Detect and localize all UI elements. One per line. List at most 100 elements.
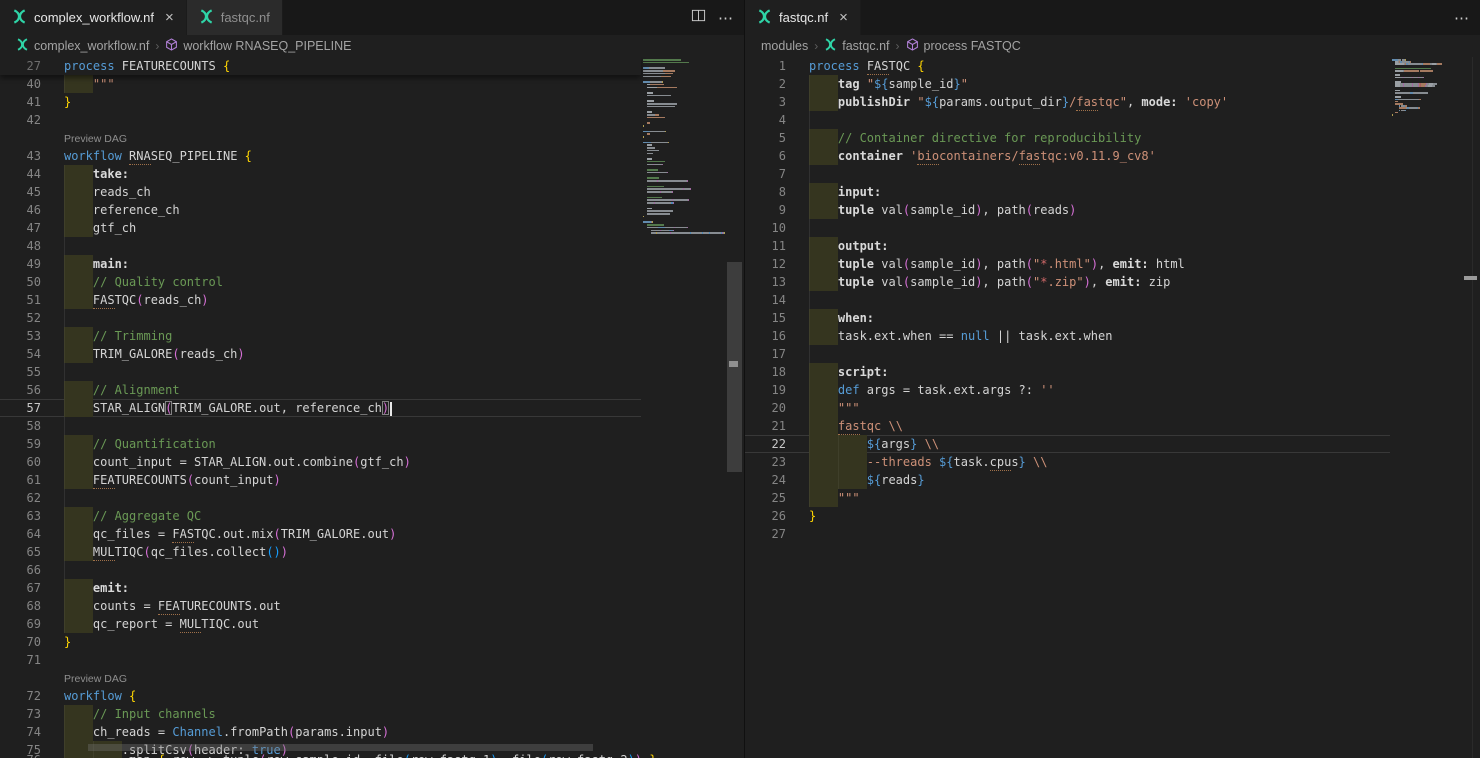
- tabbar-right: fastqc.nf × ⋯: [745, 0, 1480, 35]
- code-line-4[interactable]: 4: [745, 111, 1390, 129]
- code-line-76[interactable]: 76.map { row -> tuple(row.sample_id, fil…: [0, 751, 660, 758]
- code-line-52[interactable]: 52: [0, 309, 641, 327]
- line-number: 58: [0, 417, 41, 435]
- code-line-49[interactable]: 49main:: [0, 255, 641, 273]
- code-line-59[interactable]: 59// Quantification: [0, 435, 641, 453]
- code-line-72[interactable]: 72workflow {: [0, 687, 641, 705]
- line-number: 40: [0, 75, 41, 93]
- breadcrumb-symbol[interactable]: process FASTQC: [906, 38, 1021, 54]
- code-line-66[interactable]: 66: [0, 561, 641, 579]
- tab-fastqc-left[interactable]: fastqc.nf: [187, 0, 283, 35]
- code-line-20[interactable]: 20""": [745, 399, 1390, 417]
- code-line-63[interactable]: 63// Aggregate QC: [0, 507, 641, 525]
- codelens-row: Preview DAG: [0, 129, 641, 147]
- code-line-13[interactable]: 13tuple val(sample_id), path("*.zip"), e…: [745, 273, 1390, 291]
- code-line-24[interactable]: 24${reads}: [745, 471, 1390, 489]
- close-icon[interactable]: ×: [165, 10, 174, 25]
- code-line-45[interactable]: 45reads_ch: [0, 183, 641, 201]
- overview-ruler-border: [1472, 57, 1473, 758]
- code-line-41[interactable]: 41}: [0, 93, 641, 111]
- code-line-6[interactable]: 6container 'biocontainers/fastqc:v0.11.9…: [745, 147, 1390, 165]
- code-line-51[interactable]: 51FASTQC(reads_ch): [0, 291, 641, 309]
- code-line-58[interactable]: 58: [0, 417, 641, 435]
- breadcrumb-separator: ›: [155, 39, 159, 53]
- code-line-54[interactable]: 54TRIM_GALORE(reads_ch): [0, 345, 641, 363]
- code-line-7[interactable]: 7: [745, 165, 1390, 183]
- code-line-50[interactable]: 50// Quality control: [0, 273, 641, 291]
- code-line-2[interactable]: 2tag "${sample_id}": [745, 75, 1390, 93]
- line-number: 52: [0, 309, 41, 327]
- code-line-48[interactable]: 48: [0, 237, 641, 255]
- code-line-26[interactable]: 26}: [745, 507, 1390, 525]
- line-number: 1: [745, 57, 786, 75]
- code-line-8[interactable]: 8input:: [745, 183, 1390, 201]
- code-line-40[interactable]: 40""": [0, 75, 641, 93]
- code-editor-left[interactable]: 27process FEATURECOUNTS { 40"""41}42 Prev…: [0, 57, 744, 758]
- code-line-21[interactable]: 21fastqc \\: [745, 417, 1390, 435]
- tab-fastqc-right[interactable]: fastqc.nf ×: [745, 0, 861, 35]
- code-line-27[interactable]: 27process FEATURECOUNTS {: [0, 57, 641, 75]
- code-line-53[interactable]: 53// Trimming: [0, 327, 641, 345]
- more-actions-icon[interactable]: ⋯: [1454, 9, 1470, 27]
- code-line-9[interactable]: 9tuple val(sample_id), path(reads): [745, 201, 1390, 219]
- code-line-27[interactable]: 27: [745, 525, 1390, 543]
- code-line-69[interactable]: 69qc_report = MULTIQC.out: [0, 615, 641, 633]
- code-line-14[interactable]: 14: [745, 291, 1390, 309]
- breadcrumb-file[interactable]: fastqc.nf: [824, 38, 889, 54]
- code-line-57[interactable]: 57STAR_ALIGN(TRIM_GALORE.out, reference_…: [0, 399, 641, 417]
- code-line-15[interactable]: 15when:: [745, 309, 1390, 327]
- code-line-11[interactable]: 11output:: [745, 237, 1390, 255]
- code-line-16[interactable]: 16task.ext.when == null || task.ext.when: [745, 327, 1390, 345]
- code-line-18[interactable]: 18script:: [745, 363, 1390, 381]
- code-line-12[interactable]: 12tuple val(sample_id), path("*.html"), …: [745, 255, 1390, 273]
- horizontal-scrollbar[interactable]: [88, 744, 593, 751]
- tab-complex-workflow[interactable]: complex_workflow.nf ×: [0, 0, 187, 35]
- code-line-56[interactable]: 56// Alignment: [0, 381, 641, 399]
- line-number: 45: [0, 183, 41, 201]
- code-line-71[interactable]: 71: [0, 651, 641, 669]
- code-line-10[interactable]: 10: [745, 219, 1390, 237]
- codelens-label[interactable]: Preview DAG: [64, 133, 127, 145]
- breadcrumb-file[interactable]: complex_workflow.nf: [16, 38, 149, 54]
- code-line-67[interactable]: 67emit:: [0, 579, 641, 597]
- code-line-62[interactable]: 62: [0, 489, 641, 507]
- vertical-scrollbar[interactable]: [727, 262, 742, 472]
- code-line-65[interactable]: 65MULTIQC(qc_files.collect()): [0, 543, 641, 561]
- code-line-70[interactable]: 70}: [0, 633, 641, 651]
- breadcrumb-symbol[interactable]: workflow RNASEQ_PIPELINE: [165, 38, 351, 54]
- split-editor-icon[interactable]: [691, 8, 706, 28]
- code-line-partial[interactable]: 76.map { row -> tuple(row.sample_id, fil…: [0, 751, 660, 758]
- minimap[interactable]: [1390, 57, 1454, 758]
- code-line-43[interactable]: 43workflow RNASEQ_PIPELINE {: [0, 147, 641, 165]
- code-line-42[interactable]: 42: [0, 111, 641, 129]
- nextflow-file-icon: [12, 9, 27, 27]
- code-line-55[interactable]: 55: [0, 363, 641, 381]
- code-line-44[interactable]: 44take:: [0, 165, 641, 183]
- code-editor-right[interactable]: 1process FASTQC {2tag "${sample_id}"3pub…: [745, 57, 1480, 758]
- more-actions-icon[interactable]: ⋯: [718, 9, 734, 27]
- code-line-25[interactable]: 25""": [745, 489, 1390, 507]
- close-icon[interactable]: ×: [839, 10, 848, 25]
- code-line-61[interactable]: 61FEATURECOUNTS(count_input): [0, 471, 641, 489]
- codelens-label[interactable]: Preview DAG: [64, 673, 127, 685]
- code-line-3[interactable]: 3publishDir "${params.output_dir}/fastqc…: [745, 93, 1390, 111]
- code-line-23[interactable]: 23--threads ${task.cpus} \\: [745, 453, 1390, 471]
- code-line-19[interactable]: 19def args = task.ext.args ?: '': [745, 381, 1390, 399]
- code-line-47[interactable]: 47gtf_ch: [0, 219, 641, 237]
- minimap[interactable]: [641, 57, 727, 758]
- line-number: 67: [0, 579, 41, 597]
- code-line-64[interactable]: 64qc_files = FASTQC.out.mix(TRIM_GALORE.…: [0, 525, 641, 543]
- line-number: 73: [0, 705, 41, 723]
- code-line-73[interactable]: 73// Input channels: [0, 705, 641, 723]
- breadcrumb-folder[interactable]: modules: [761, 39, 808, 53]
- code-line-1[interactable]: 1process FASTQC {: [745, 57, 1390, 75]
- code-line-22[interactable]: 22${args} \\: [745, 435, 1390, 453]
- code-line-5[interactable]: 5// Container directive for reproducibil…: [745, 129, 1390, 147]
- line-number: 15: [745, 309, 786, 327]
- code-line-68[interactable]: 68counts = FEATURECOUNTS.out: [0, 597, 641, 615]
- code-line-46[interactable]: 46reference_ch: [0, 201, 641, 219]
- code-line-60[interactable]: 60count_input = STAR_ALIGN.out.combine(g…: [0, 453, 641, 471]
- code-line-74[interactable]: 74ch_reads = Channel.fromPath(params.inp…: [0, 723, 641, 741]
- code-line-17[interactable]: 17: [745, 345, 1390, 363]
- sticky-scroll-line[interactable]: 27process FEATURECOUNTS {: [0, 57, 641, 75]
